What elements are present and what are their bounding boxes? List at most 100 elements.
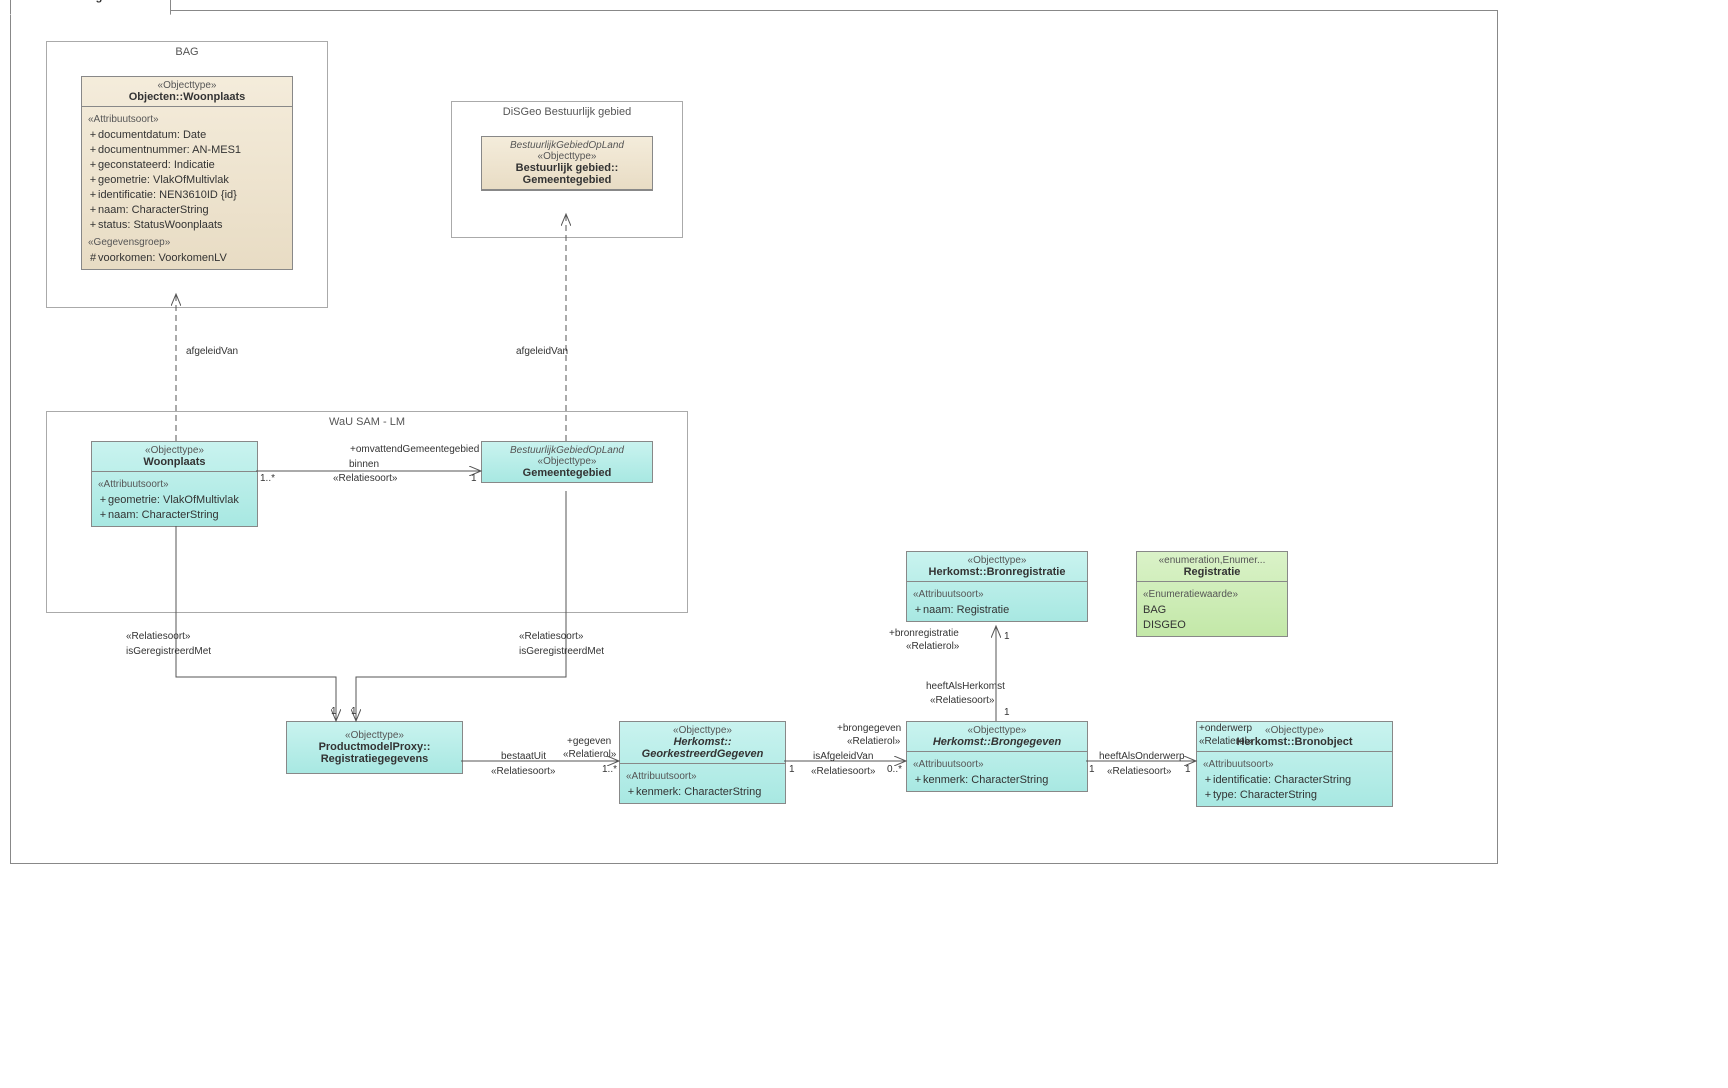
label-bronreg: +bronregistratie [889, 628, 959, 639]
class-head: «Objecttype» Herkomst::Bronregistratie [907, 552, 1087, 582]
label-relsoort-2: «Relatiesoort» [519, 631, 583, 642]
mult-1d: 1 [789, 764, 795, 775]
diagram-title: class SAM - logisch model [21, 0, 160, 3]
attr: geconstateerd: Indicatie [98, 159, 215, 171]
class-woonplaats-lm[interactable]: «Objecttype» Woonplaats «Attribuutsoort»… [91, 441, 258, 527]
label-relrol-2: «Relatierol» [847, 736, 900, 747]
label-relrol-4: «Relatierol» [1199, 736, 1252, 747]
section-label: «Attribuutsoort» [98, 477, 251, 492]
class-body: «Attribuutsoort» +identificatie: Charact… [1197, 752, 1392, 806]
class-gemeentegebied-lm[interactable]: BestuurlijkGebiedOpLand «Objecttype» Gem… [481, 441, 653, 483]
class-registratiegegevens[interactable]: «Objecttype» ProductmodelProxy:: Registr… [286, 721, 463, 774]
class-head: «Objecttype» ProductmodelProxy:: Registr… [287, 722, 462, 773]
class-name: Herkomst:: [624, 736, 781, 748]
class-head: BestuurlijkGebiedOpLand «Objecttype» Bes… [482, 137, 652, 190]
section-label: «Attribuutsoort» [626, 769, 779, 784]
stereotype: «Objecttype» [86, 80, 288, 91]
mult-1h: 1 [1004, 707, 1010, 718]
mult-1a: 1 [471, 473, 477, 484]
mult-1g: 1 [1185, 764, 1191, 775]
label-onderwerp: +onderwerp [1199, 723, 1252, 734]
class-body: «Attribuutsoort» +kenmerk: CharacterStri… [907, 752, 1087, 791]
package-bag-title: BAG [47, 42, 327, 62]
attr: kenmerk: CharacterString [636, 786, 761, 798]
abstract-name: BestuurlijkGebiedOpLand [486, 445, 648, 456]
class-gemeentegebied-top[interactable]: BestuurlijkGebiedOpLand «Objecttype» Bes… [481, 136, 653, 191]
label-relsoort-binnen: «Relatiesoort» [333, 473, 397, 484]
label-isgereg-2: isGeregistreerdMet [519, 646, 604, 657]
class-name: Registratiegegevens [291, 753, 458, 765]
label-heeftherk: heeftAlsHerkomst [926, 681, 1005, 692]
class-name: Bestuurlijk gebied:: [486, 162, 648, 174]
class-body: «Enumeratiewaarde» BAG DISGEO [1137, 582, 1287, 636]
class-bag-woonplaats[interactable]: «Objecttype» Objecten::Woonplaats «Attri… [81, 76, 293, 270]
abstract-name: BestuurlijkGebiedOpLand [486, 140, 648, 151]
class-name: Registratie [1141, 566, 1283, 578]
class-bronregistratie[interactable]: «Objecttype» Herkomst::Bronregistratie «… [906, 551, 1088, 622]
section-label: «Attribuutsoort» [913, 587, 1081, 602]
label-relsoort-1: «Relatiesoort» [126, 631, 190, 642]
mult-1c: 1 [351, 706, 357, 717]
stereotype: «Objecttype» [624, 725, 781, 736]
label-relsoort-4: «Relatiesoort» [811, 766, 875, 777]
stereotype: «enumeration,Enumer... [1141, 555, 1283, 566]
section-label: «Attribuutsoort» [1203, 757, 1386, 772]
mult-1s-b: 1..* [602, 764, 617, 775]
mult-1e: 1 [1004, 631, 1010, 642]
attr: kenmerk: CharacterString [923, 774, 1048, 786]
package-disgeo-title: DiSGeo Bestuurlijk gebied [452, 102, 682, 122]
class-head: «enumeration,Enumer... Registratie [1137, 552, 1287, 582]
label-relrol-1: «Relatierol» [563, 749, 616, 760]
visibility: # [88, 251, 98, 266]
attr: type: CharacterString [1213, 789, 1317, 801]
attr: documentnummer: AN-MES1 [98, 144, 241, 156]
stereotype: «Objecttype» [911, 725, 1083, 736]
label-relrol-3: «Relatierol» [906, 641, 959, 652]
class-name: Gemeentegebied [486, 174, 648, 186]
label-afgeleidvan-1: afgeleidVan [186, 346, 238, 357]
enum-value: DISGEO [1143, 618, 1281, 633]
label-isgereg-1: isGeregistreerdMet [126, 646, 211, 657]
class-body: «Attribuutsoort» +documentdatum: Date +d… [82, 107, 292, 269]
attr: identificatie: CharacterString [1213, 774, 1351, 786]
label-brongeg: +brongegeven [837, 723, 901, 734]
label-relsoort-5: «Relatiesoort» [930, 695, 994, 706]
attr: documentdatum: Date [98, 129, 206, 141]
class-name: Objecten::Woonplaats [86, 91, 288, 103]
stereotype: «Objecttype» [291, 730, 458, 741]
label-bestaatuit: bestaatUit [501, 751, 546, 762]
attr: identificatie: NEN3610ID {id} [98, 189, 237, 201]
label-relsoort-6: «Relatiesoort» [1107, 766, 1171, 777]
class-name: Herkomst::Brongegeven [911, 736, 1083, 748]
enum-registratie[interactable]: «enumeration,Enumer... Registratie «Enum… [1136, 551, 1288, 637]
mult-1f: 1 [1089, 764, 1095, 775]
section-label: «Attribuutsoort» [88, 112, 286, 127]
package-wau-title: WaU SAM - LM [47, 412, 687, 432]
attr: geometrie: VlakOfMultivlak [108, 494, 239, 506]
section-label: «Gegevensgroep» [88, 235, 286, 250]
section-label: «Enumeratiewaarde» [1143, 587, 1281, 602]
label-isafg: isAfgeleidVan [813, 751, 873, 762]
class-georkestreerdgegeven[interactable]: «Objecttype» Herkomst:: GeorkestreerdGeg… [619, 721, 786, 804]
mult-1s: 1..* [260, 473, 275, 484]
label-omvat: +omvattendGemeentegebied [350, 444, 479, 455]
label-gegeven: +gegeven [567, 736, 611, 747]
class-name: Herkomst::Bronregistratie [911, 566, 1083, 578]
class-body: «Attribuutsoort» +geometrie: VlakOfMulti… [92, 472, 257, 526]
label-binnen: binnen [349, 459, 379, 470]
enum-value: BAG [1143, 603, 1281, 618]
attr: naam: CharacterString [108, 509, 219, 521]
class-name: Woonplaats [96, 456, 253, 468]
attr: naam: CharacterString [98, 204, 209, 216]
label-heeftond: heeftAlsOnderwerp [1099, 751, 1185, 762]
attr: geometrie: VlakOfMultivlak [98, 174, 229, 186]
stereotype: «Objecttype» [486, 151, 648, 162]
class-name: ProductmodelProxy:: [291, 741, 458, 753]
diagram-frame: class SAM - logisch model BAG «Objecttyp… [10, 10, 1498, 864]
class-head: «Objecttype» Woonplaats [92, 442, 257, 472]
class-brongegeven[interactable]: «Objecttype» Herkomst::Brongegeven «Attr… [906, 721, 1088, 792]
diagram-title-tab: class SAM - logisch model [10, 0, 171, 15]
class-head: «Objecttype» Herkomst::Brongegeven [907, 722, 1087, 752]
class-body: «Attribuutsoort» +naam: Registratie [907, 582, 1087, 621]
stereotype: «Objecttype» [96, 445, 253, 456]
